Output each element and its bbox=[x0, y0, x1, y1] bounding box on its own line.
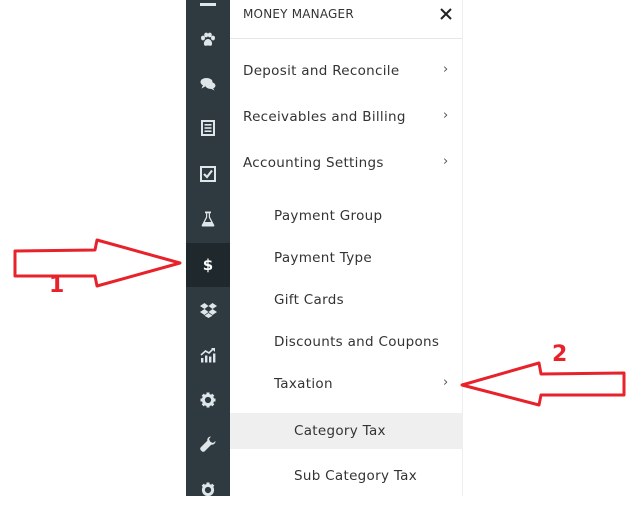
flask-icon[interactable] bbox=[186, 197, 230, 241]
checkbox-icon[interactable] bbox=[186, 152, 230, 196]
menu-item-label: Receivables and Billing bbox=[243, 109, 406, 125]
annotation-arrow-2 bbox=[460, 361, 626, 407]
menu-item-gift-cards[interactable]: Gift Cards bbox=[230, 282, 462, 318]
annotation-arrow-1 bbox=[13, 238, 182, 288]
menu-item-label: Discounts and Coupons bbox=[274, 334, 440, 350]
icon-sidebar: $ bbox=[186, 0, 230, 497]
chevron-right-icon: › bbox=[443, 62, 449, 77]
menu-item-label: Payment Type bbox=[274, 250, 373, 266]
chevron-right-icon: › bbox=[443, 108, 449, 123]
chat-icon[interactable] bbox=[186, 62, 230, 106]
settings-icon[interactable] bbox=[186, 468, 230, 512]
menu-item-receivables-and-billing[interactable]: Receivables and Billing › bbox=[230, 99, 462, 135]
dollar-icon[interactable]: $ bbox=[186, 243, 230, 287]
menu-item-sub-category-tax[interactable]: Sub Category Tax bbox=[230, 458, 462, 494]
menu-item-payment-group[interactable]: Payment Group bbox=[230, 198, 462, 234]
menu-item-label: Payment Group bbox=[274, 208, 383, 224]
money-manager-panel: MONEY MANAGER Deposit and Reconcile › Re… bbox=[230, 0, 463, 496]
chevron-right-icon: › bbox=[443, 154, 449, 169]
paw-icon[interactable] bbox=[186, 18, 230, 62]
menu-item-label: Accounting Settings bbox=[243, 155, 384, 171]
menu-item-label: Gift Cards bbox=[274, 292, 344, 308]
panel-title: MONEY MANAGER bbox=[243, 7, 354, 21]
annotation-label-1: 1 bbox=[49, 273, 65, 298]
wrench-icon[interactable] bbox=[186, 422, 230, 466]
menu-item-deposit-and-reconcile[interactable]: Deposit and Reconcile › bbox=[230, 53, 462, 89]
close-icon[interactable] bbox=[436, 4, 456, 24]
menu-item-discounts-and-coupons[interactable]: Discounts and Coupons bbox=[230, 324, 462, 360]
menu-item-payment-type[interactable]: Payment Type bbox=[230, 240, 462, 276]
menu-item-taxation[interactable]: Taxation › bbox=[230, 366, 462, 402]
gear-icon[interactable] bbox=[186, 378, 230, 422]
menu-item-category-tax[interactable]: Category Tax bbox=[230, 413, 462, 449]
chart-icon[interactable] bbox=[186, 333, 230, 377]
receipt-icon[interactable] bbox=[186, 106, 230, 150]
menu-item-label: Taxation bbox=[274, 376, 333, 392]
menu-item-accounting-settings[interactable]: Accounting Settings › bbox=[230, 145, 462, 181]
menu-item-label: Sub Category Tax bbox=[294, 468, 418, 484]
menu-item-label: Category Tax bbox=[294, 423, 386, 439]
annotation-label-2: 2 bbox=[552, 342, 568, 367]
menu-item-label: Deposit and Reconcile bbox=[243, 63, 400, 79]
panel-header: MONEY MANAGER bbox=[230, 0, 462, 39]
chevron-right-icon: › bbox=[443, 375, 449, 390]
dropbox-icon[interactable] bbox=[186, 288, 230, 332]
